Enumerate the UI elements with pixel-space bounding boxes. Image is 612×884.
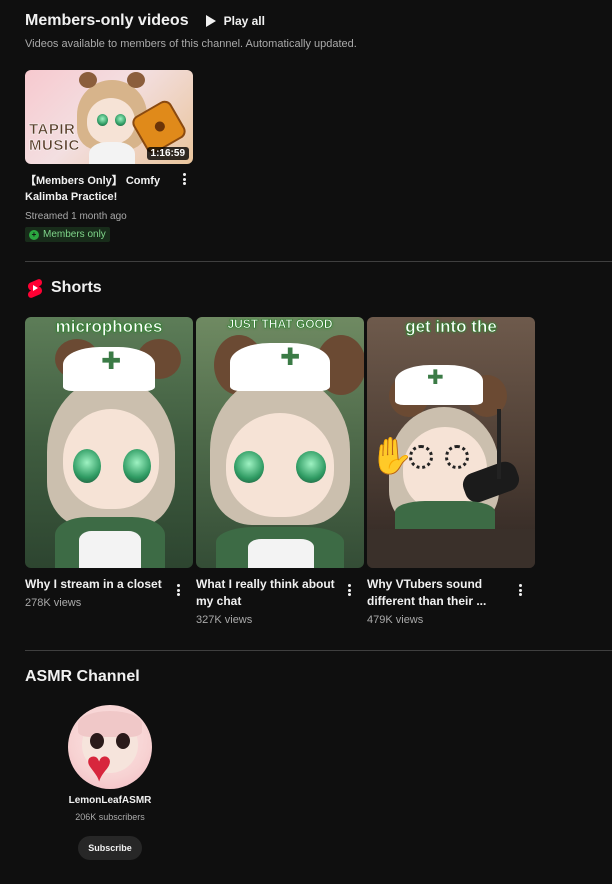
short-card[interactable]: ✚ ✋ get into the Why VTubers sound diffe… [367, 317, 536, 626]
thumbnail-eye-right [115, 114, 126, 126]
thumbnail-ear-left [79, 72, 97, 88]
shorts-section-title: Shorts [51, 279, 102, 296]
thumbnail-eye-left [97, 114, 108, 126]
more-options-icon[interactable] [173, 582, 183, 598]
section-divider [25, 650, 612, 651]
thumbnail-ear-right [127, 72, 145, 88]
channel-card[interactable]: ♥ LemonLeafASMR 206K subscribers Subscri… [40, 705, 180, 860]
members-badge-label: Members only [43, 229, 106, 240]
short-caption: microphones [55, 317, 163, 336]
short-caption: JUST THAT GOOD [227, 317, 333, 331]
cross-icon: ✚ [101, 348, 122, 375]
cross-icon: ✚ [280, 344, 301, 371]
channel-page: Members-only videos Play all Videos avai… [0, 0, 612, 884]
members-badge-icon: + [29, 229, 39, 240]
short-card[interactable]: ✚ microphones Why I stream in a closet 2… [25, 317, 194, 609]
play-all-label: Play all [223, 14, 265, 28]
members-section: Members-only videos Play all Videos avai… [25, 8, 605, 242]
heart-icon: ♥ [86, 742, 113, 789]
channel-avatar[interactable]: ♥ [68, 705, 152, 789]
section-divider [25, 261, 612, 262]
members-video-card[interactable]: TAPIR MUSIC 1:16:59 【Members Only】 Comfy… [25, 70, 195, 242]
thumbnail-title-text: TAPIR MUSIC [29, 121, 80, 154]
shorts-icon [28, 279, 42, 298]
short-views: 278K views [25, 597, 82, 609]
more-options-icon[interactable] [344, 582, 354, 598]
thumbnail-collar [89, 142, 135, 164]
channel-name[interactable]: LemonLeafASMR [40, 795, 180, 806]
eye-right [123, 449, 151, 483]
spiral-eye-right [445, 445, 469, 469]
hand-icon: ✋ [369, 435, 414, 476]
eye-right [296, 451, 326, 483]
eye-left [73, 449, 101, 483]
short-views: 479K views [367, 614, 424, 626]
video-thumbnail[interactable]: TAPIR MUSIC 1:16:59 [25, 70, 193, 164]
short-views: 327K views [196, 614, 253, 626]
short-title[interactable]: Why I stream in a closet [25, 576, 171, 593]
apron [79, 531, 141, 568]
short-caption: get into the [405, 317, 497, 336]
avatar-hair [78, 711, 142, 737]
play-all-button[interactable]: Play all [205, 14, 265, 28]
play-icon [205, 15, 216, 27]
short-thumbnail[interactable]: ✚ JUST THAT GOOD [196, 317, 364, 568]
members-header: Members-only videos Play all [25, 8, 605, 34]
short-thumbnail[interactable]: ✚ microphones [25, 317, 193, 568]
short-title[interactable]: Why VTubers sound different than their .… [367, 576, 513, 610]
asmr-section-title: ASMR Channel [25, 668, 140, 685]
video-duration: 1:16:59 [146, 147, 189, 160]
cross-icon: ✚ [427, 367, 444, 389]
avatar-eye-right [116, 733, 130, 749]
short-card[interactable]: ✚ JUST THAT GOOD What I really think abo… [196, 317, 365, 626]
video-meta: Streamed 1 month ago [25, 211, 127, 222]
subscribe-button[interactable]: Subscribe [78, 836, 142, 860]
thumbnail-face [87, 98, 135, 144]
members-section-title: Members-only videos [25, 12, 189, 29]
apron [248, 539, 314, 568]
more-options-icon[interactable] [515, 582, 525, 598]
short-title[interactable]: What I really think about my chat [196, 576, 342, 610]
eye-left [234, 451, 264, 483]
desk [367, 529, 535, 568]
channel-subscribers: 206K subscribers [75, 812, 145, 822]
members-only-badge: + Members only [25, 227, 110, 242]
mic-arm [497, 409, 501, 479]
video-title[interactable]: 【Members Only】 Comfy Kalimba Practice! [25, 173, 165, 205]
members-description: Videos available to members of this chan… [25, 38, 357, 50]
shorts-header: Shorts [25, 278, 102, 298]
short-thumbnail[interactable]: ✚ ✋ get into the [367, 317, 535, 568]
more-options-icon[interactable] [179, 171, 189, 187]
